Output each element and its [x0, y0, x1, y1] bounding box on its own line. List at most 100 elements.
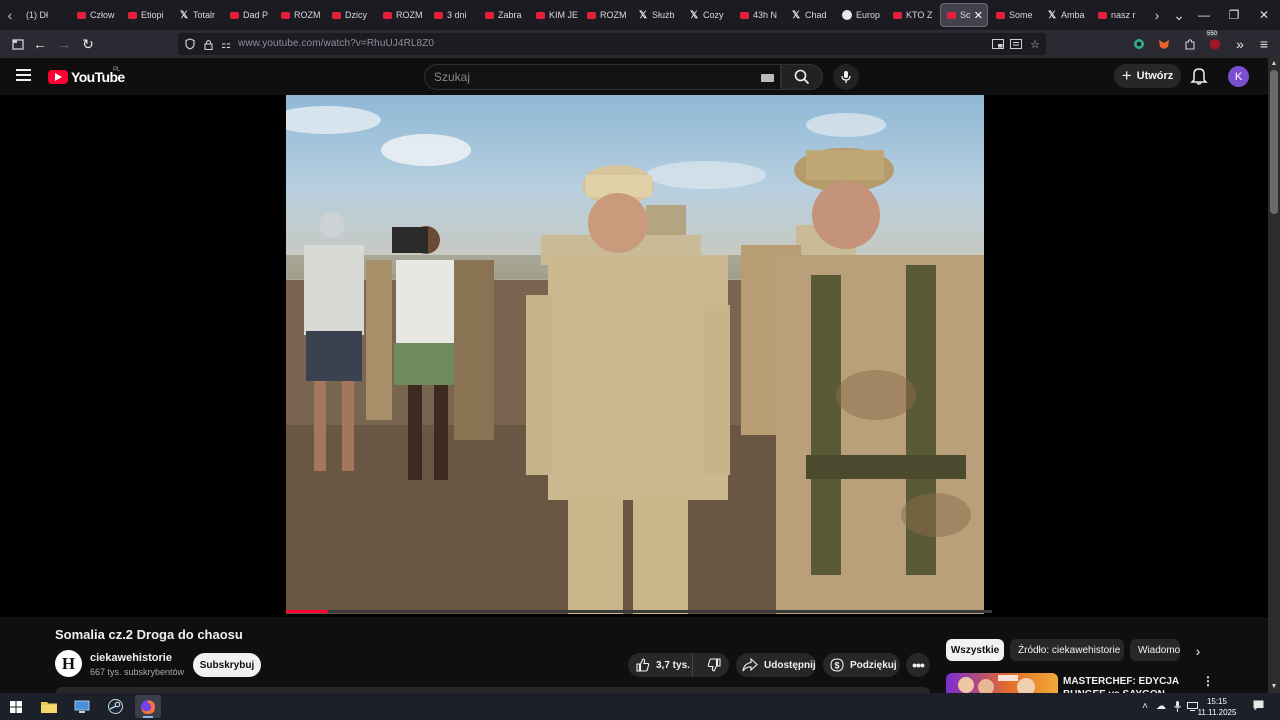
- search-button[interactable]: [781, 64, 823, 90]
- taskbar-clock[interactable]: 15:15 11.11.2025: [1197, 696, 1237, 718]
- windows-start-icon[interactable]: [3, 695, 29, 718]
- browser-tab[interactable]: Dad P: [224, 0, 275, 30]
- browser-tab[interactable]: ROZM: [275, 0, 326, 30]
- chip-news[interactable]: Wiadomości: [1130, 639, 1180, 661]
- close-window-icon[interactable]: ✕: [1248, 0, 1280, 30]
- search-box[interactable]: [424, 64, 781, 90]
- recommendation-title[interactable]: MASTERCHEF: EDYCJA BUNGEE vs SAYGON: [1063, 675, 1183, 695]
- fox-extension-icon[interactable]: [1154, 34, 1174, 54]
- browser-tab[interactable]: 𝕏 Amba: [1041, 0, 1092, 30]
- x-icon: 𝕏: [179, 9, 189, 21]
- browser-tab[interactable]: 3 dni: [428, 0, 479, 30]
- vpn-extension-icon[interactable]: [1129, 34, 1149, 54]
- more-horizontal-icon: •••: [912, 657, 925, 673]
- browser-tab[interactable]: 43h N: [734, 0, 785, 30]
- youtube-icon: [77, 11, 86, 19]
- browser-tab[interactable]: ROZM: [581, 0, 632, 30]
- like-button[interactable]: 3,7 tys.: [628, 653, 693, 677]
- scroll-down-arrow-icon[interactable]: ▼: [1270, 683, 1278, 691]
- file-explorer-icon[interactable]: [36, 695, 62, 718]
- scroll-up-arrow-icon[interactable]: ▲: [1270, 60, 1278, 68]
- address-bar[interactable]: ⚏ www.youtube.com/watch?v=RhuUJ4RL8Z0 ☆: [178, 33, 1046, 55]
- browser-tab[interactable]: Dzicy: [326, 0, 377, 30]
- notifications-bell-icon[interactable]: [1190, 66, 1208, 86]
- extensions-puzzle-icon[interactable]: [1180, 34, 1200, 54]
- tab-scroll-left-icon[interactable]: ‹: [0, 0, 20, 30]
- permissions-icon[interactable]: ⚏: [218, 36, 234, 52]
- channel-avatar[interactable]: H: [55, 650, 82, 677]
- share-button[interactable]: Udostępnij: [736, 653, 816, 677]
- tab-label: Son: [960, 10, 970, 20]
- recommendation-more-vertical-icon[interactable]: ⋮: [1201, 674, 1215, 688]
- thanks-label: Podziękuj: [850, 659, 897, 671]
- browser-tab[interactable]: Człow: [71, 0, 122, 30]
- tracking-shield-icon[interactable]: [182, 36, 198, 52]
- chip-source-channel[interactable]: Źródło: ciekawehistorie: [1010, 639, 1124, 661]
- tab-list-dropdown-icon[interactable]: ⌄: [1169, 0, 1189, 30]
- overflow-chevrons-icon[interactable]: »: [1230, 34, 1250, 54]
- forward-icon[interactable]: →: [54, 34, 74, 54]
- back-icon[interactable]: ←: [30, 34, 50, 54]
- browser-tab[interactable]: Europ: [836, 0, 887, 30]
- browser-tab[interactable]: KIM JE: [530, 0, 581, 30]
- windows-taskbar: [0, 693, 1280, 720]
- tab-label: Europ: [856, 10, 881, 20]
- microphone-tray-icon[interactable]: [1171, 700, 1183, 712]
- browser-tab[interactable]: KTO Z: [887, 0, 938, 30]
- browser-tab[interactable]: 𝕏 Cozy: [683, 0, 734, 30]
- minimize-icon[interactable]: —: [1188, 0, 1220, 30]
- browser-tab[interactable]: (1) Dł: [20, 0, 71, 30]
- notifications-center-icon[interactable]: [1252, 699, 1264, 711]
- subscribe-button[interactable]: Subskrybuj: [193, 653, 261, 677]
- lock-icon[interactable]: [200, 36, 216, 52]
- browser-tab[interactable]: Some: [990, 0, 1041, 30]
- video-frame[interactable]: [286, 95, 984, 614]
- browser-tab[interactable]: nasz r: [1092, 0, 1143, 30]
- scrollbar-thumb[interactable]: [1270, 70, 1278, 214]
- create-button[interactable]: + Utwórz: [1114, 64, 1181, 88]
- keyboard-icon[interactable]: [761, 74, 774, 82]
- app-menu-icon[interactable]: ≡: [1254, 34, 1274, 54]
- chips-next-chevron-icon[interactable]: ›: [1188, 642, 1208, 660]
- restore-icon[interactable]: ❐: [1218, 0, 1250, 30]
- bookmark-star-icon[interactable]: ☆: [1027, 36, 1043, 52]
- firefox-icon[interactable]: [135, 695, 161, 718]
- youtube-icon: [996, 11, 1005, 19]
- thanks-button[interactable]: $ Podziękuj: [823, 653, 900, 677]
- recommendation-thumbnail[interactable]: [946, 673, 1058, 693]
- steam-icon[interactable]: [102, 695, 128, 718]
- tab-label: Cozy: [703, 10, 724, 20]
- tab-manager-icon[interactable]: [8, 34, 28, 54]
- more-actions-button[interactable]: •••: [906, 653, 930, 677]
- picture-in-picture-icon[interactable]: [990, 36, 1006, 52]
- reload-icon[interactable]: ↻: [78, 34, 98, 54]
- chip-all[interactable]: Wszystkie: [946, 639, 1004, 661]
- search-input[interactable]: [434, 70, 734, 84]
- browser-tab[interactable]: 𝕏 Totalr: [173, 0, 224, 30]
- browser-toolbar: ← → ↻ ⚏ www.youtube.com/watch?v=RhuUJ4RL…: [0, 30, 1280, 58]
- browser-tab[interactable]: Etiopi: [122, 0, 173, 30]
- plus-icon: +: [1121, 66, 1132, 85]
- browser-tab[interactable]: ROZM: [377, 0, 428, 30]
- browser-tab[interactable]: Zabra: [479, 0, 530, 30]
- tray-overflow-chevron-icon[interactable]: ˄: [1139, 700, 1151, 712]
- remote-desktop-icon[interactable]: [69, 695, 95, 718]
- ublock-extension-icon[interactable]: 550: [1205, 31, 1225, 54]
- reader-view-icon[interactable]: [1008, 36, 1024, 52]
- close-tab-icon[interactable]: ✕: [974, 9, 983, 22]
- share-icon: [742, 658, 758, 672]
- browser-tab-active[interactable]: Son ✕: [940, 3, 988, 27]
- browser-tab[interactable]: 𝕏 Służb: [632, 0, 683, 30]
- onedrive-cloud-icon[interactable]: ☁: [1155, 700, 1167, 712]
- browser-tab[interactable]: 𝕏 Chad: [785, 0, 836, 30]
- url-text[interactable]: www.youtube.com/watch?v=RhuUJ4RL8Z0: [238, 38, 434, 49]
- dislike-button[interactable]: [699, 653, 729, 677]
- video-player[interactable]: [0, 95, 1268, 617]
- voice-search-button[interactable]: [833, 64, 859, 90]
- tab-scroll-right-icon[interactable]: ›: [1147, 0, 1167, 30]
- video-progress-bar[interactable]: [286, 610, 992, 613]
- extension-badge: 550: [1206, 31, 1219, 37]
- channel-name[interactable]: ciekawehistorie: [90, 652, 172, 664]
- hamburger-menu-icon[interactable]: [16, 69, 31, 81]
- account-avatar[interactable]: K: [1228, 66, 1249, 87]
